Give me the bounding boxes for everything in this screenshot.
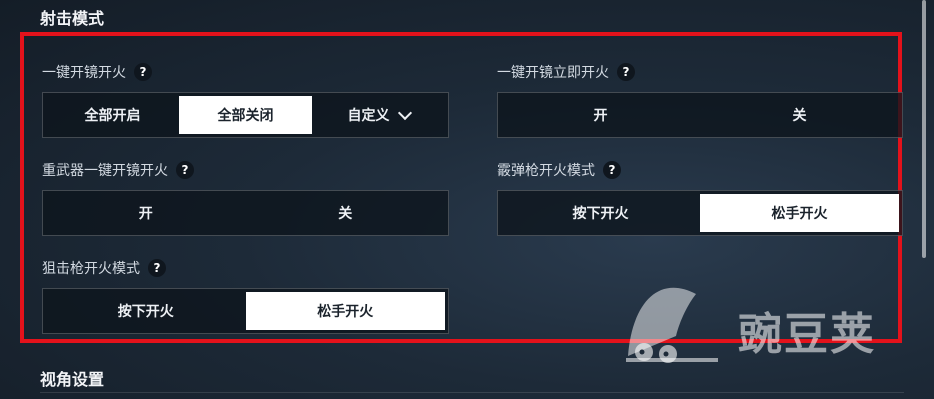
option-all-on[interactable]: 全部开启 (46, 96, 179, 134)
option-off[interactable]: 关 (246, 194, 446, 232)
pea-pod-logo (626, 287, 718, 363)
label-shotgun-fire-mode: 霰弹枪开火模式 ? (497, 160, 621, 180)
scope-fire-instant-selector: 开 关 (497, 92, 903, 138)
heavy-weapon-selector: 开 关 (42, 190, 449, 236)
option-all-off[interactable]: 全部关闭 (179, 96, 312, 134)
option-press-fire[interactable]: 按下开火 (501, 194, 700, 232)
sniper-mode-selector: 按下开火 松手开火 (42, 288, 449, 334)
divider (40, 392, 904, 393)
label-sniper-fire-mode: 狙击枪开火模式 ? (42, 258, 166, 278)
label-text: 霰弹枪开火模式 (497, 163, 595, 179)
section-title-view-settings: 视角设置 (40, 370, 105, 389)
help-icon[interactable]: ? (148, 259, 166, 277)
label-text: 一键开镜立即开火 (497, 65, 609, 81)
option-press-fire[interactable]: 按下开火 (46, 292, 246, 330)
option-on[interactable]: 开 (46, 194, 246, 232)
help-icon[interactable]: ? (134, 63, 152, 81)
label-scope-fire: 一键开镜开火 ? (42, 62, 152, 82)
label-text: 狙击枪开火模式 (42, 261, 140, 277)
watermark-text: 豌豆荚 (738, 309, 876, 360)
section-title-shooting-mode: 射击模式 (40, 9, 105, 28)
chevron-down-icon (397, 105, 412, 121)
scrollbar[interactable] (922, 0, 926, 258)
option-custom-label: 自定义 (347, 108, 390, 124)
option-on[interactable]: 开 (501, 96, 700, 134)
label-text: 一键开镜开火 (42, 65, 126, 81)
help-icon[interactable]: ? (176, 161, 194, 179)
watermark: 豌豆荚 (618, 264, 918, 374)
label-scope-fire-instant: 一键开镜立即开火 ? (497, 62, 635, 82)
label-text: 重武器一键开镜开火 (42, 163, 168, 179)
option-release-fire[interactable]: 松手开火 (700, 194, 899, 232)
option-off[interactable]: 关 (700, 96, 899, 134)
label-heavy-weapon-scope-fire: 重武器一键开镜开火 ? (42, 160, 194, 180)
option-release-fire[interactable]: 松手开火 (245, 292, 445, 330)
help-icon[interactable]: ? (603, 161, 621, 179)
option-custom[interactable]: 自定义 (312, 96, 445, 134)
shotgun-mode-selector: 按下开火 松手开火 (497, 190, 903, 236)
help-icon[interactable]: ? (617, 63, 635, 81)
scope-fire-selector: 全部开启 全部关闭 自定义 (42, 92, 449, 138)
